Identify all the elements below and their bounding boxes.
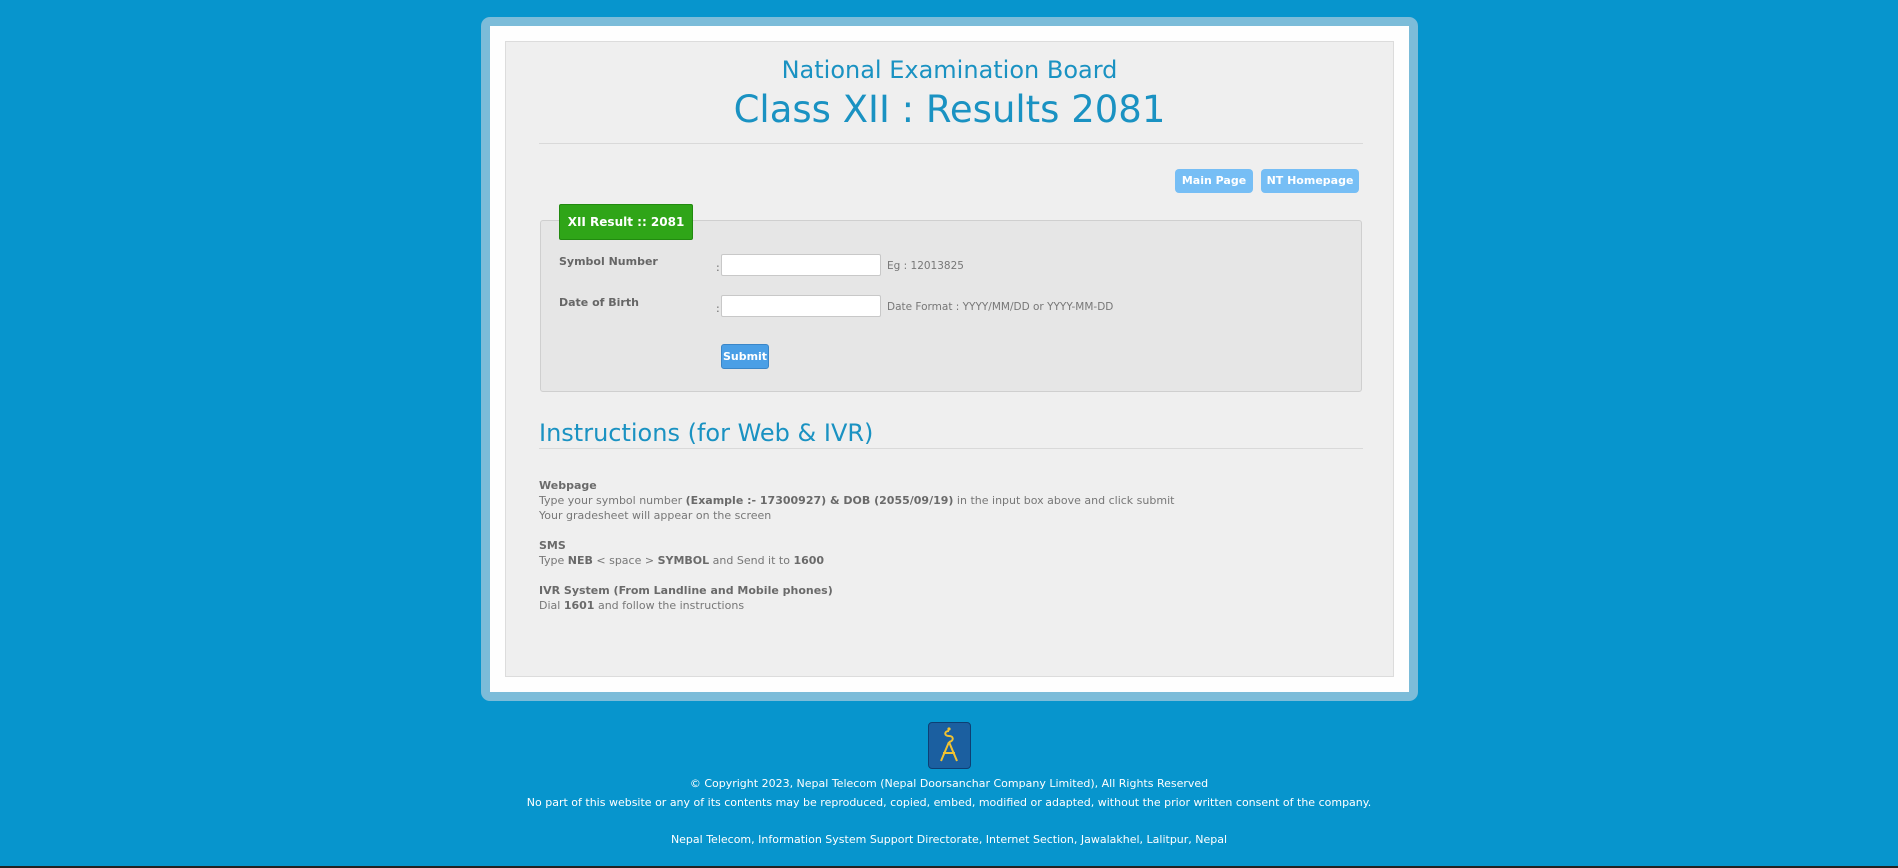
result-form: Symbol Number : Eg : 12013825 Date of Bi… <box>540 220 1362 392</box>
ivr-text-c: and follow the instructions <box>594 599 745 612</box>
ivr-number: 1601 <box>563 599 595 612</box>
page-title: Class XII : Results 2081 <box>733 88 1166 131</box>
dob-colon: : <box>716 302 720 315</box>
ivr-text-a: Dial <box>539 599 564 612</box>
footer-address: Nepal Telecom, Information System Suppor… <box>670 833 1228 846</box>
ivr-title: IVR System (From Landline and Mobile pho… <box>539 584 833 597</box>
content-panel: National Examination Board Class XII : R… <box>505 41 1394 677</box>
form-legend: XII Result :: 2081 <box>559 204 693 240</box>
sms-symbol: SYMBOL <box>657 554 710 567</box>
sms-text-a: Type <box>539 554 568 567</box>
symbol-number-label: Symbol Number <box>559 255 658 268</box>
header-divider <box>539 143 1363 144</box>
main-page-button[interactable]: Main Page <box>1175 169 1253 193</box>
webpage-title: Webpage <box>539 479 597 492</box>
webpage-text-c: in the input box above and click submit <box>953 494 1175 507</box>
nepal-telecom-logo-icon <box>928 722 971 769</box>
symbol-colon: : <box>716 261 720 274</box>
submit-button[interactable]: Submit <box>721 344 769 369</box>
org-title: National Examination Board <box>781 56 1118 84</box>
webpage-text-a: Type your symbol number <box>539 494 686 507</box>
webpage-example: (Example :- 17300927) & DOB (2055/09/19) <box>685 494 954 507</box>
sms-keyword: NEB <box>567 554 593 567</box>
dob-input[interactable] <box>721 295 881 317</box>
sms-title: SMS <box>539 539 566 552</box>
dob-label: Date of Birth <box>559 296 639 309</box>
instructions-heading: Instructions (for Web & IVR) <box>539 419 874 447</box>
dob-hint: Date Format : YYYY/MM/DD or YYYY-MM-DD <box>887 301 1114 313</box>
footer-notice: No part of this website or any of its co… <box>526 796 1372 809</box>
sms-instructions: SMS Type NEB < space > SYMBOL and Send i… <box>539 538 824 568</box>
sms-text-e: and Send it to <box>709 554 794 567</box>
webpage-line2: Your gradesheet will appear on the scree… <box>539 509 772 522</box>
symbol-number-hint: Eg : 12013825 <box>887 260 964 272</box>
symbol-number-input[interactable] <box>721 254 881 276</box>
instructions-divider <box>539 448 1363 449</box>
webpage-instructions: Webpage Type your symbol number (Example… <box>539 478 1174 523</box>
ivr-instructions: IVR System (From Landline and Mobile pho… <box>539 583 833 613</box>
page-paper: National Examination Board Class XII : R… <box>490 26 1409 692</box>
nt-homepage-button[interactable]: NT Homepage <box>1261 169 1359 193</box>
sms-text-c: < space > <box>592 554 658 567</box>
sms-number: 1600 <box>793 554 825 567</box>
page-frame: National Examination Board Class XII : R… <box>481 17 1418 701</box>
footer-copyright: © Copyright 2023, Nepal Telecom (Nepal D… <box>689 777 1209 790</box>
